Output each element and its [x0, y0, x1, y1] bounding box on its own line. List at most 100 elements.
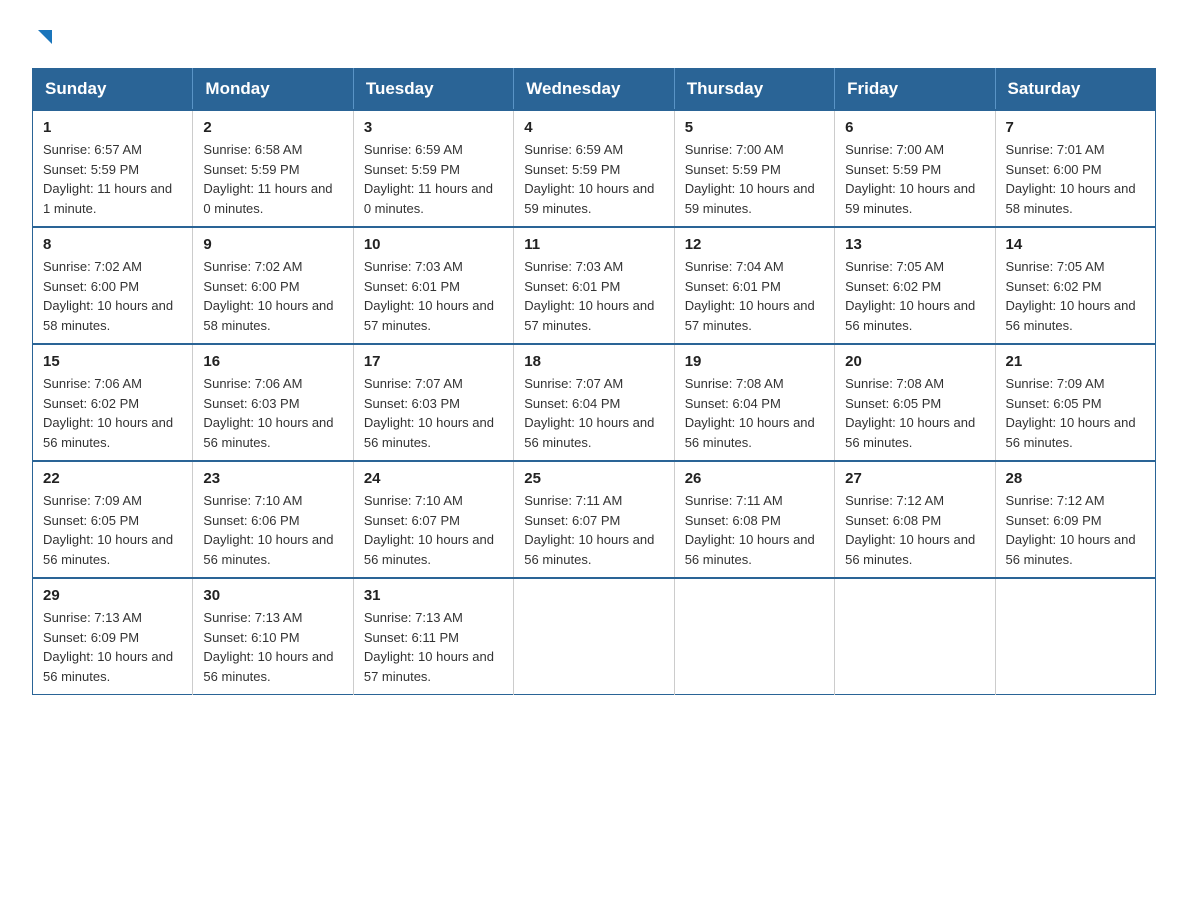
weekday-header-friday: Friday — [835, 69, 995, 111]
calendar-table: SundayMondayTuesdayWednesdayThursdayFrid… — [32, 68, 1156, 695]
day-info: Sunrise: 6:59 AMSunset: 5:59 PMDaylight:… — [524, 140, 663, 218]
day-info: Sunrise: 7:05 AMSunset: 6:02 PMDaylight:… — [845, 257, 984, 335]
calendar-day-cell: 25 Sunrise: 7:11 AMSunset: 6:07 PMDaylig… — [514, 461, 674, 578]
day-number: 6 — [845, 119, 984, 136]
calendar-day-cell: 14 Sunrise: 7:05 AMSunset: 6:02 PMDaylig… — [995, 227, 1155, 344]
calendar-day-cell: 12 Sunrise: 7:04 AMSunset: 6:01 PMDaylig… — [674, 227, 834, 344]
day-info: Sunrise: 7:11 AMSunset: 6:08 PMDaylight:… — [685, 491, 824, 569]
calendar-day-cell: 9 Sunrise: 7:02 AMSunset: 6:00 PMDayligh… — [193, 227, 353, 344]
calendar-week-row: 15 Sunrise: 7:06 AMSunset: 6:02 PMDaylig… — [33, 344, 1156, 461]
day-number: 24 — [364, 470, 503, 487]
day-number: 18 — [524, 353, 663, 370]
day-info: Sunrise: 7:11 AMSunset: 6:07 PMDaylight:… — [524, 491, 663, 569]
day-number: 21 — [1006, 353, 1145, 370]
calendar-day-cell: 31 Sunrise: 7:13 AMSunset: 6:11 PMDaylig… — [353, 578, 513, 695]
day-number: 22 — [43, 470, 182, 487]
day-number: 11 — [524, 236, 663, 253]
day-info: Sunrise: 6:59 AMSunset: 5:59 PMDaylight:… — [364, 140, 503, 218]
day-number: 4 — [524, 119, 663, 136]
day-number: 28 — [1006, 470, 1145, 487]
day-number: 17 — [364, 353, 503, 370]
weekday-header-sunday: Sunday — [33, 69, 193, 111]
day-info: Sunrise: 7:00 AMSunset: 5:59 PMDaylight:… — [685, 140, 824, 218]
weekday-header-thursday: Thursday — [674, 69, 834, 111]
day-number: 3 — [364, 119, 503, 136]
day-info: Sunrise: 7:08 AMSunset: 6:05 PMDaylight:… — [845, 374, 984, 452]
day-number: 9 — [203, 236, 342, 253]
calendar-day-cell: 18 Sunrise: 7:07 AMSunset: 6:04 PMDaylig… — [514, 344, 674, 461]
day-info: Sunrise: 7:10 AMSunset: 6:07 PMDaylight:… — [364, 491, 503, 569]
weekday-header-tuesday: Tuesday — [353, 69, 513, 111]
calendar-day-cell: 19 Sunrise: 7:08 AMSunset: 6:04 PMDaylig… — [674, 344, 834, 461]
day-info: Sunrise: 7:03 AMSunset: 6:01 PMDaylight:… — [524, 257, 663, 335]
calendar-day-cell: 26 Sunrise: 7:11 AMSunset: 6:08 PMDaylig… — [674, 461, 834, 578]
calendar-day-cell: 8 Sunrise: 7:02 AMSunset: 6:00 PMDayligh… — [33, 227, 193, 344]
day-number: 7 — [1006, 119, 1145, 136]
day-number: 31 — [364, 587, 503, 604]
calendar-empty-cell — [995, 578, 1155, 695]
calendar-day-cell: 22 Sunrise: 7:09 AMSunset: 6:05 PMDaylig… — [33, 461, 193, 578]
day-number: 20 — [845, 353, 984, 370]
calendar-day-cell: 1 Sunrise: 6:57 AMSunset: 5:59 PMDayligh… — [33, 110, 193, 227]
calendar-day-cell: 21 Sunrise: 7:09 AMSunset: 6:05 PMDaylig… — [995, 344, 1155, 461]
day-number: 13 — [845, 236, 984, 253]
calendar-day-cell: 13 Sunrise: 7:05 AMSunset: 6:02 PMDaylig… — [835, 227, 995, 344]
day-info: Sunrise: 7:13 AMSunset: 6:11 PMDaylight:… — [364, 608, 503, 686]
day-info: Sunrise: 7:09 AMSunset: 6:05 PMDaylight:… — [43, 491, 182, 569]
day-number: 10 — [364, 236, 503, 253]
calendar-body: 1 Sunrise: 6:57 AMSunset: 5:59 PMDayligh… — [33, 110, 1156, 695]
day-info: Sunrise: 7:12 AMSunset: 6:09 PMDaylight:… — [1006, 491, 1145, 569]
day-number: 29 — [43, 587, 182, 604]
day-info: Sunrise: 7:08 AMSunset: 6:04 PMDaylight:… — [685, 374, 824, 452]
logo — [32, 24, 56, 48]
day-info: Sunrise: 7:12 AMSunset: 6:08 PMDaylight:… — [845, 491, 984, 569]
day-info: Sunrise: 6:57 AMSunset: 5:59 PMDaylight:… — [43, 140, 182, 218]
day-number: 5 — [685, 119, 824, 136]
calendar-empty-cell — [835, 578, 995, 695]
day-number: 25 — [524, 470, 663, 487]
calendar-header: SundayMondayTuesdayWednesdayThursdayFrid… — [33, 69, 1156, 111]
calendar-week-row: 1 Sunrise: 6:57 AMSunset: 5:59 PMDayligh… — [33, 110, 1156, 227]
calendar-day-cell: 30 Sunrise: 7:13 AMSunset: 6:10 PMDaylig… — [193, 578, 353, 695]
day-number: 16 — [203, 353, 342, 370]
calendar-empty-cell — [514, 578, 674, 695]
calendar-day-cell: 5 Sunrise: 7:00 AMSunset: 5:59 PMDayligh… — [674, 110, 834, 227]
day-info: Sunrise: 7:02 AMSunset: 6:00 PMDaylight:… — [43, 257, 182, 335]
day-info: Sunrise: 7:10 AMSunset: 6:06 PMDaylight:… — [203, 491, 342, 569]
weekday-header-monday: Monday — [193, 69, 353, 111]
logo-triangle-icon — [34, 26, 56, 48]
weekday-header-wednesday: Wednesday — [514, 69, 674, 111]
day-number: 19 — [685, 353, 824, 370]
day-info: Sunrise: 7:07 AMSunset: 6:04 PMDaylight:… — [524, 374, 663, 452]
day-number: 26 — [685, 470, 824, 487]
day-number: 27 — [845, 470, 984, 487]
day-number: 8 — [43, 236, 182, 253]
day-info: Sunrise: 7:04 AMSunset: 6:01 PMDaylight:… — [685, 257, 824, 335]
calendar-day-cell: 16 Sunrise: 7:06 AMSunset: 6:03 PMDaylig… — [193, 344, 353, 461]
calendar-day-cell: 4 Sunrise: 6:59 AMSunset: 5:59 PMDayligh… — [514, 110, 674, 227]
calendar-week-row: 29 Sunrise: 7:13 AMSunset: 6:09 PMDaylig… — [33, 578, 1156, 695]
day-info: Sunrise: 7:13 AMSunset: 6:10 PMDaylight:… — [203, 608, 342, 686]
day-number: 30 — [203, 587, 342, 604]
calendar-day-cell: 20 Sunrise: 7:08 AMSunset: 6:05 PMDaylig… — [835, 344, 995, 461]
calendar-day-cell: 29 Sunrise: 7:13 AMSunset: 6:09 PMDaylig… — [33, 578, 193, 695]
calendar-day-cell: 3 Sunrise: 6:59 AMSunset: 5:59 PMDayligh… — [353, 110, 513, 227]
day-number: 23 — [203, 470, 342, 487]
day-info: Sunrise: 7:00 AMSunset: 5:59 PMDaylight:… — [845, 140, 984, 218]
day-info: Sunrise: 7:03 AMSunset: 6:01 PMDaylight:… — [364, 257, 503, 335]
day-info: Sunrise: 7:06 AMSunset: 6:02 PMDaylight:… — [43, 374, 182, 452]
day-number: 2 — [203, 119, 342, 136]
day-info: Sunrise: 7:01 AMSunset: 6:00 PMDaylight:… — [1006, 140, 1145, 218]
page-header — [32, 24, 1156, 48]
day-info: Sunrise: 7:13 AMSunset: 6:09 PMDaylight:… — [43, 608, 182, 686]
day-info: Sunrise: 7:02 AMSunset: 6:00 PMDaylight:… — [203, 257, 342, 335]
day-number: 14 — [1006, 236, 1145, 253]
weekday-header-saturday: Saturday — [995, 69, 1155, 111]
calendar-day-cell: 28 Sunrise: 7:12 AMSunset: 6:09 PMDaylig… — [995, 461, 1155, 578]
calendar-week-row: 8 Sunrise: 7:02 AMSunset: 6:00 PMDayligh… — [33, 227, 1156, 344]
day-info: Sunrise: 7:06 AMSunset: 6:03 PMDaylight:… — [203, 374, 342, 452]
calendar-day-cell: 11 Sunrise: 7:03 AMSunset: 6:01 PMDaylig… — [514, 227, 674, 344]
calendar-day-cell: 7 Sunrise: 7:01 AMSunset: 6:00 PMDayligh… — [995, 110, 1155, 227]
calendar-day-cell: 27 Sunrise: 7:12 AMSunset: 6:08 PMDaylig… — [835, 461, 995, 578]
calendar-day-cell: 17 Sunrise: 7:07 AMSunset: 6:03 PMDaylig… — [353, 344, 513, 461]
